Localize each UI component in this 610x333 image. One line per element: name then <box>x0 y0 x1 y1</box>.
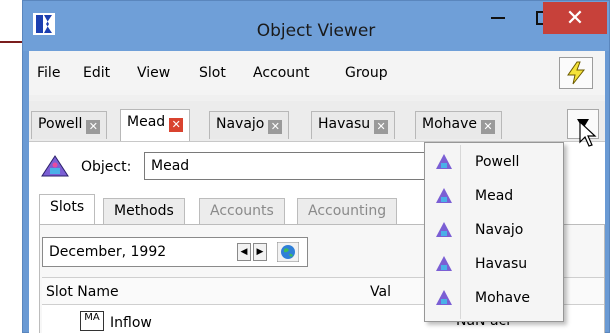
tab-label: Powell <box>38 116 83 132</box>
menu-item-label: Mead <box>475 188 514 204</box>
menu-item-label: Mohave <box>475 290 530 306</box>
mouse-cursor-icon <box>579 120 597 147</box>
slot-type-icon: MA <box>80 311 104 331</box>
menu-item-navajo[interactable]: Navajo <box>425 213 563 247</box>
menu-view[interactable]: View <box>137 65 170 81</box>
tab-label: Havasu <box>318 116 371 132</box>
timestep-value: December, 1992 <box>49 244 167 260</box>
menu-item-mohave[interactable]: Mohave <box>425 281 563 315</box>
run-button[interactable] <box>559 57 593 89</box>
tab-close-icon[interactable]: ✕ <box>169 118 184 132</box>
tab-label: Navajo <box>216 116 265 132</box>
reservoir-icon <box>436 290 452 305</box>
next-timestep-button[interactable]: ▶ <box>253 243 267 261</box>
tab-list-menu: Powell Mead Navajo Havasu Mohave <box>424 142 564 322</box>
tab-label: Mohave <box>422 116 477 132</box>
menu-item-label: Powell <box>475 154 520 170</box>
tab-label: Mead <box>127 114 166 130</box>
reservoir-icon <box>436 154 452 169</box>
reservoir-object-icon <box>41 155 69 177</box>
close-button[interactable]: ✕ <box>543 2 607 34</box>
tab-accounting[interactable]: Accounting <box>297 198 398 224</box>
minimize-button[interactable] <box>475 1 521 35</box>
object-field[interactable]: Mead <box>144 152 444 180</box>
tab-accounts[interactable]: Accounts <box>199 198 285 224</box>
slot-name: Inflow <box>110 315 152 331</box>
title-bar: Object Viewer ✕ <box>23 1 609 51</box>
tab-methods[interactable]: Methods <box>103 198 185 224</box>
column-header-slot-name[interactable]: Slot Name <box>46 284 119 300</box>
menu-file[interactable]: File <box>37 65 60 81</box>
menu-item-label: Navajo <box>475 222 524 238</box>
close-icon: ✕ <box>565 5 585 31</box>
timestep-field[interactable]: December, 1992 ◀ ▶ <box>42 237 308 267</box>
tab-navajo[interactable]: Navajo ✕ <box>209 111 290 139</box>
object-label: Object: <box>81 159 132 175</box>
column-header-value[interactable]: Val <box>370 284 391 300</box>
menu-edit[interactable]: Edit <box>83 65 110 81</box>
reservoir-icon <box>436 222 452 237</box>
menu-item-havasu[interactable]: Havasu <box>425 247 563 281</box>
tab-close-icon[interactable]: ✕ <box>374 120 389 134</box>
tab-mohave[interactable]: Mohave ✕ <box>415 111 502 139</box>
menu-account[interactable]: Account <box>253 65 310 81</box>
minimize-icon <box>491 17 505 19</box>
globe-icon[interactable] <box>277 242 299 262</box>
tab-close-icon[interactable]: ✕ <box>481 120 495 134</box>
tab-mead[interactable]: Mead ✕ <box>120 109 191 141</box>
reservoir-icon <box>436 256 452 271</box>
menu-group[interactable]: Group <box>345 65 388 81</box>
background-line <box>0 41 22 43</box>
tab-close-icon[interactable]: ✕ <box>86 120 101 134</box>
menu-item-label: Havasu <box>475 256 528 272</box>
menu-slot[interactable]: Slot <box>199 65 226 81</box>
menu-bar: File Edit View Slot Account Group <box>29 51 605 95</box>
previous-timestep-button[interactable]: ◀ <box>237 243 251 261</box>
lightning-icon <box>567 61 586 85</box>
object-tab-strip: Powell ✕ Mead ✕ Navajo ✕ Havasu ✕ Mohave ✕ <box>29 101 605 141</box>
tab-close-icon[interactable]: ✕ <box>268 120 283 134</box>
menu-item-powell[interactable]: Powell <box>425 145 563 179</box>
tab-havasu[interactable]: Havasu ✕ <box>311 111 396 139</box>
reservoir-icon <box>436 188 452 203</box>
tab-slots[interactable]: Slots <box>39 194 96 224</box>
menu-item-mead[interactable]: Mead <box>425 179 563 213</box>
tab-powell[interactable]: Powell ✕ <box>31 111 108 139</box>
